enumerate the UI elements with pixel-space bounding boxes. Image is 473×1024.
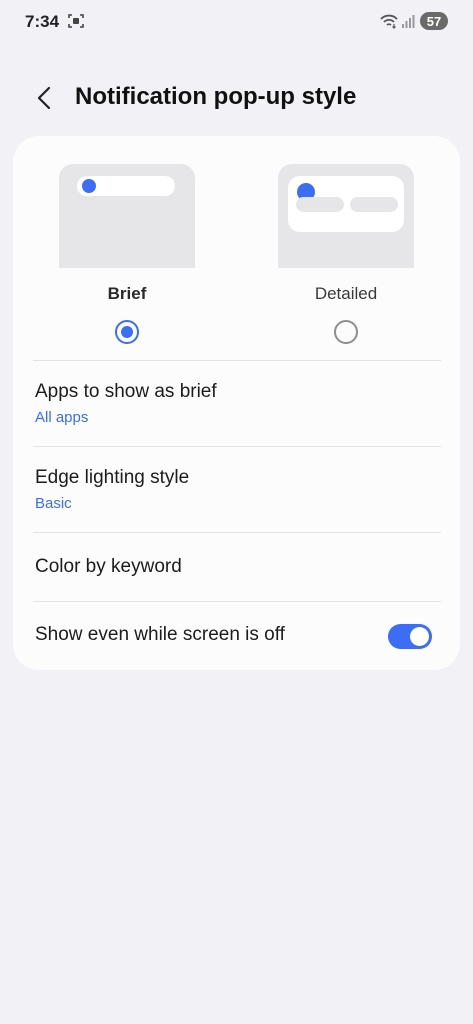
divider <box>33 360 441 361</box>
row-title: Edge lighting style <box>35 467 190 488</box>
divider <box>33 601 441 602</box>
toggle-knob <box>410 627 429 646</box>
battery-indicator: 57 <box>420 12 448 30</box>
brief-preview[interactable] <box>59 164 195 268</box>
preview-dot <box>82 179 96 193</box>
back-arrow-icon <box>37 86 51 110</box>
back-button[interactable] <box>30 82 58 114</box>
style-option-brief[interactable]: Brief <box>59 164 195 344</box>
color-by-keyword-row[interactable]: Color by keyword <box>35 556 443 578</box>
row-value: All apps <box>35 409 89 426</box>
preview-pill <box>296 197 344 212</box>
edge-lighting-style-row[interactable]: Edge lighting style Basic <box>35 467 443 512</box>
wifi-icon <box>379 13 399 29</box>
style-label-brief: Brief <box>107 284 147 303</box>
page-title: Notification pop-up style <box>75 83 357 110</box>
row-title: Show even while screen is off <box>35 624 285 645</box>
apps-to-show-as-brief-row[interactable]: Apps to show as brief All apps <box>35 381 443 426</box>
row-title: Color by keyword <box>35 556 182 577</box>
status-time: 7:34 <box>25 12 60 31</box>
screen-off-toggle[interactable] <box>388 624 432 649</box>
divider <box>33 532 441 533</box>
preview-pill <box>350 197 398 212</box>
settings-card: Brief Detailed Apps to show as brief All… <box>13 136 460 670</box>
radio-detailed[interactable] <box>334 320 358 344</box>
screenshot-icon <box>68 13 84 29</box>
show-while-screen-off-row[interactable]: Show even while screen is off <box>35 624 443 646</box>
row-value: Basic <box>35 495 72 512</box>
divider <box>33 446 441 447</box>
header: Notification pop-up style <box>0 78 473 118</box>
style-label-detailed: Detailed <box>314 284 378 303</box>
style-option-detailed[interactable]: Detailed <box>278 164 414 344</box>
detailed-preview[interactable] <box>278 164 414 268</box>
signal-icon <box>401 14 415 28</box>
status-bar: 7:34 57 <box>0 0 473 44</box>
row-title: Apps to show as brief <box>35 381 217 402</box>
radio-brief[interactable] <box>115 320 139 344</box>
